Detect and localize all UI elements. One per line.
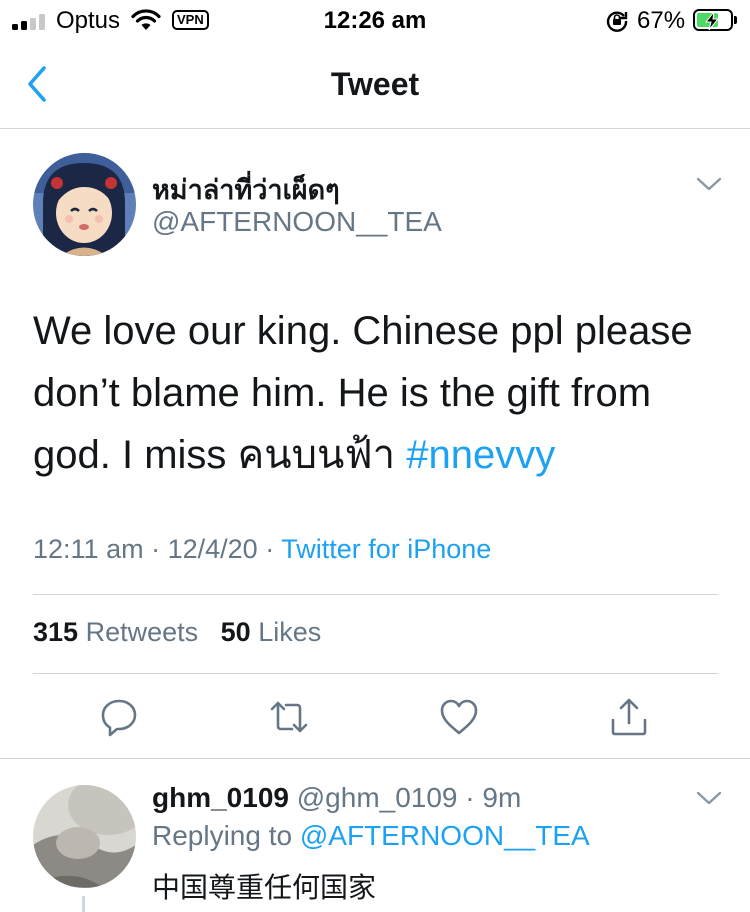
tweet-meta: 12:11 am · 12/4/20 · Twitter for iPhone bbox=[33, 534, 491, 565]
retweets-link[interactable]: 315 Retweets bbox=[33, 617, 198, 647]
likes-label: Likes bbox=[258, 617, 322, 647]
divider bbox=[33, 594, 718, 595]
divider bbox=[0, 758, 750, 759]
chevron-down-icon[interactable] bbox=[696, 790, 722, 806]
like-count: 50 bbox=[220, 617, 251, 647]
likes-link[interactable]: 50 Likes bbox=[221, 617, 322, 647]
tweet-stats: 315 Retweets 50 Likes bbox=[33, 617, 321, 648]
tweet-source[interactable]: Twitter for iPhone bbox=[281, 534, 491, 564]
tweet-text: We love our king. Chinese ppl please don… bbox=[33, 300, 723, 486]
nav-bar: Tweet bbox=[0, 44, 750, 129]
replying-to: Replying to @AFTERNOON__TEA bbox=[152, 820, 590, 852]
meta-separator: · bbox=[465, 782, 475, 813]
reply-handle[interactable]: @ghm_0109 bbox=[297, 782, 458, 813]
share-icon[interactable] bbox=[608, 696, 650, 738]
retweet-icon[interactable] bbox=[268, 696, 310, 738]
battery-charging-icon bbox=[693, 9, 733, 31]
battery-percent: 67% bbox=[637, 7, 686, 34]
like-icon[interactable] bbox=[438, 696, 480, 738]
reply-avatar[interactable] bbox=[33, 785, 136, 888]
rotation-lock-icon bbox=[606, 11, 628, 32]
tweet-body: We love our king. Chinese ppl please don… bbox=[33, 309, 693, 477]
user-handle[interactable]: @AFTERNOON__TEA bbox=[152, 206, 442, 238]
meta-separator: · bbox=[151, 534, 161, 564]
divider bbox=[33, 673, 718, 674]
battery-tip bbox=[734, 16, 737, 24]
reply-icon[interactable] bbox=[98, 696, 140, 738]
replying-to-handle[interactable]: @AFTERNOON__TEA bbox=[300, 820, 590, 851]
thread-line bbox=[82, 896, 85, 912]
reply-display-name[interactable]: ghm_0109 bbox=[152, 782, 289, 813]
reply-age: 9m bbox=[482, 782, 522, 813]
hashtag-link[interactable]: #nnevvy bbox=[406, 433, 555, 477]
status-bar: Optus VPN 12:26 am 67% bbox=[0, 0, 750, 44]
retweets-label: Retweets bbox=[85, 617, 199, 647]
page-title: Tweet bbox=[330, 66, 420, 102]
chevron-down-icon[interactable] bbox=[696, 176, 722, 192]
tweet-time: 12:11 am bbox=[33, 534, 144, 564]
replying-to-label: Replying to bbox=[152, 820, 293, 851]
tweet-date: 12/4/20 bbox=[167, 534, 258, 564]
retweet-count: 315 bbox=[33, 617, 79, 647]
reply-header: ghm_0109 @ghm_0109 · 9m bbox=[152, 782, 521, 814]
avatar[interactable] bbox=[33, 153, 136, 256]
meta-separator: · bbox=[265, 534, 275, 564]
display-name[interactable]: หม่าล่าที่ว่าเผ็ดๆ bbox=[152, 168, 340, 211]
reply-text: 中国尊重任何国家 bbox=[152, 872, 377, 903]
